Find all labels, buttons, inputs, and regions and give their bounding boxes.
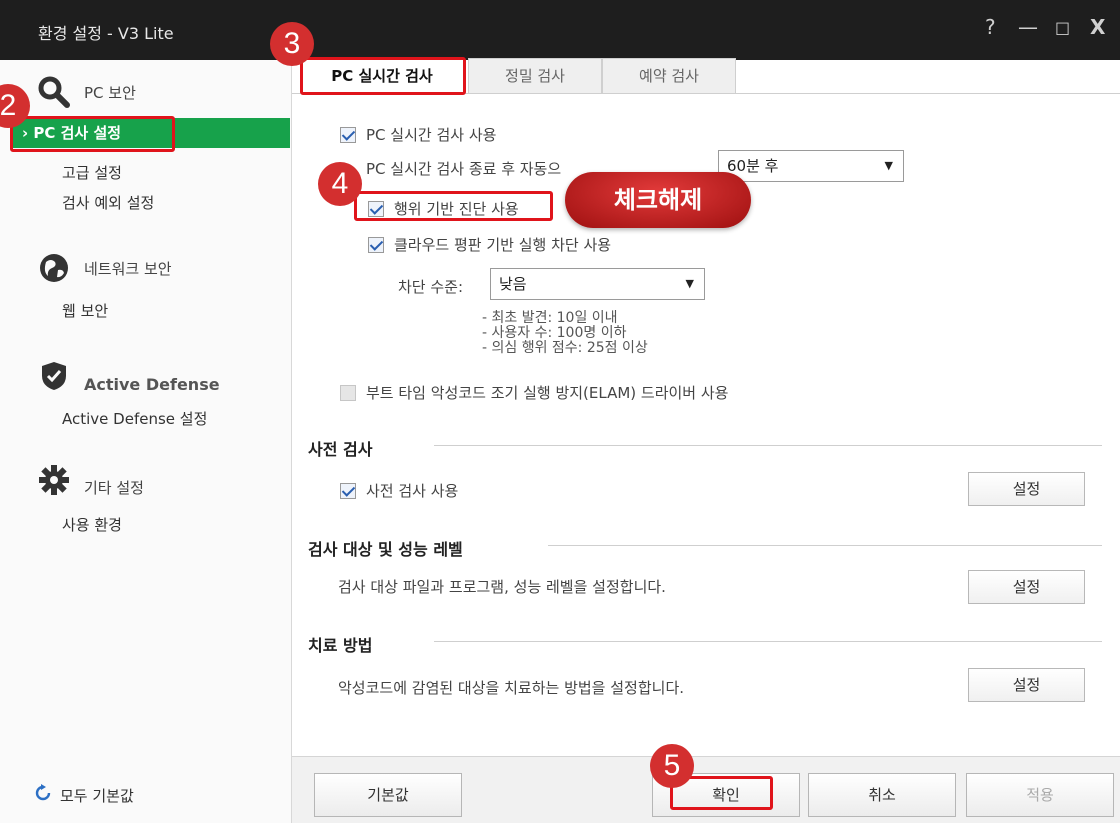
sidebar-item-scan-exceptions[interactable]: 검사 예외 설정 — [62, 192, 154, 213]
sidebar-group-label: 기타 설정 — [84, 478, 144, 497]
sidebar-group-label: 네트워크 보안 — [84, 259, 172, 278]
block-level-label: 차단 수준: — [398, 278, 464, 296]
step-badge-3: 3 — [270, 22, 314, 66]
tab-scheduled-scan[interactable]: 예약 검사 — [602, 58, 736, 94]
reset-all-defaults-label: 모두 기본값 — [60, 786, 134, 805]
minimize-button[interactable]: — — [1018, 15, 1038, 39]
chevron-down-icon: ▼ — [685, 277, 694, 290]
close-button[interactable]: X — [1090, 15, 1105, 39]
highlight-box-step-4 — [354, 191, 553, 221]
search-icon — [34, 72, 74, 112]
auto-restart-select[interactable]: 60분 후 ▼ — [718, 150, 904, 182]
sidebar — [0, 60, 292, 823]
reset-icon — [34, 784, 52, 806]
tab-full-scan[interactable]: 정밀 검사 — [468, 58, 602, 94]
sidebar-item-active-defense-settings[interactable]: Active Defense 설정 — [62, 408, 207, 429]
sidebar-group-active-defense[interactable]: Active Defense — [34, 356, 220, 396]
reset-all-defaults-link[interactable]: 모두 기본값 — [34, 784, 134, 806]
gear-icon — [34, 460, 74, 500]
cancel-button[interactable]: 취소 — [808, 773, 956, 817]
highlight-box-step-2 — [10, 116, 175, 152]
elam-label: 부트 타임 악성코드 조기 실행 방지(ELAM) 드라이버 사용 — [366, 384, 729, 402]
elam-checkbox[interactable] — [340, 384, 356, 401]
highlight-box-step-3 — [300, 57, 466, 95]
default-button[interactable]: 기본값 — [314, 773, 462, 817]
realtime-scan-checkbox[interactable] — [340, 126, 356, 143]
realtime-scan-label: PC 실시간 검사 사용 — [366, 126, 497, 144]
globe-icon — [34, 248, 74, 288]
scan-target-description: 검사 대상 파일과 프로그램, 성능 레벨을 설정합니다. — [338, 578, 666, 596]
block-level-select[interactable]: 낮음 ▼ — [490, 268, 705, 300]
scan-target-settings-button[interactable]: 설정 — [968, 570, 1085, 604]
auto-restart-label: PC 실시간 검사 종료 후 자동으 — [366, 160, 562, 178]
block-note: - 사용자 수: 100명 이하 — [482, 325, 627, 341]
shield-check-icon — [34, 356, 74, 396]
sidebar-group-other-settings[interactable]: 기타 설정 — [34, 460, 144, 500]
precheck-settings-button[interactable]: 설정 — [968, 472, 1085, 506]
treatment-settings-button[interactable]: 설정 — [968, 668, 1085, 702]
sidebar-group-pc-security[interactable]: PC 보안 — [34, 72, 136, 112]
precheck-row[interactable]: 사전 검사 사용 — [340, 480, 458, 501]
section-divider — [434, 445, 1102, 446]
auto-restart-value: 60분 후 — [727, 157, 779, 175]
cloud-reputation-checkbox[interactable] — [368, 236, 384, 253]
cloud-reputation-label: 클라우드 평판 기반 실행 차단 사용 — [394, 236, 612, 254]
elam-row[interactable]: 부트 타임 악성코드 조기 실행 방지(ELAM) 드라이버 사용 — [340, 382, 728, 403]
uncheck-callout: 체크해제 — [565, 172, 751, 228]
chevron-down-icon: ▼ — [884, 159, 893, 172]
block-level-row: 차단 수준: — [398, 276, 463, 297]
treatment-description: 악성코드에 감염된 대상을 치료하는 방법을 설정합니다. — [338, 679, 685, 697]
precheck-label: 사전 검사 사용 — [366, 482, 459, 500]
sidebar-item-advanced-settings[interactable]: 고급 설정 — [62, 162, 122, 183]
section-divider — [548, 545, 1102, 546]
sidebar-item-usage-environment[interactable]: 사용 환경 — [62, 514, 122, 535]
precheck-checkbox[interactable] — [340, 482, 356, 499]
step-badge-4: 4 — [318, 162, 362, 206]
section-title-treatment: 치료 방법 — [308, 636, 373, 655]
sidebar-group-network-security[interactable]: 네트워크 보안 — [34, 248, 172, 288]
section-divider — [434, 641, 1102, 642]
cloud-reputation-row[interactable]: 클라우드 평판 기반 실행 차단 사용 — [368, 234, 611, 255]
section-title-scan-target: 검사 대상 및 성능 레벨 — [308, 540, 463, 559]
title-bar: 환경 설정 - V3 Lite ? — □ X — [0, 0, 1120, 60]
sidebar-group-label: PC 보안 — [84, 83, 136, 102]
step-badge-5: 5 — [650, 744, 694, 788]
window-title: 환경 설정 - V3 Lite — [38, 24, 174, 43]
block-note: - 최초 발견: 10일 이내 — [482, 310, 618, 326]
help-button[interactable]: ? — [985, 15, 996, 39]
maximize-button[interactable]: □ — [1055, 18, 1070, 37]
auto-restart-row: PC 실시간 검사 종료 후 자동으 — [366, 158, 561, 179]
block-level-value: 낮음 — [499, 275, 527, 293]
realtime-scan-checkbox-row[interactable]: PC 실시간 검사 사용 — [340, 124, 496, 145]
apply-button[interactable]: 적용 — [966, 773, 1114, 817]
block-note: - 의심 행위 점수: 25점 이상 — [482, 340, 648, 356]
sidebar-item-web-security[interactable]: 웹 보안 — [62, 300, 108, 321]
sidebar-group-label: Active Defense — [84, 374, 220, 394]
section-title-precheck: 사전 검사 — [308, 440, 373, 459]
